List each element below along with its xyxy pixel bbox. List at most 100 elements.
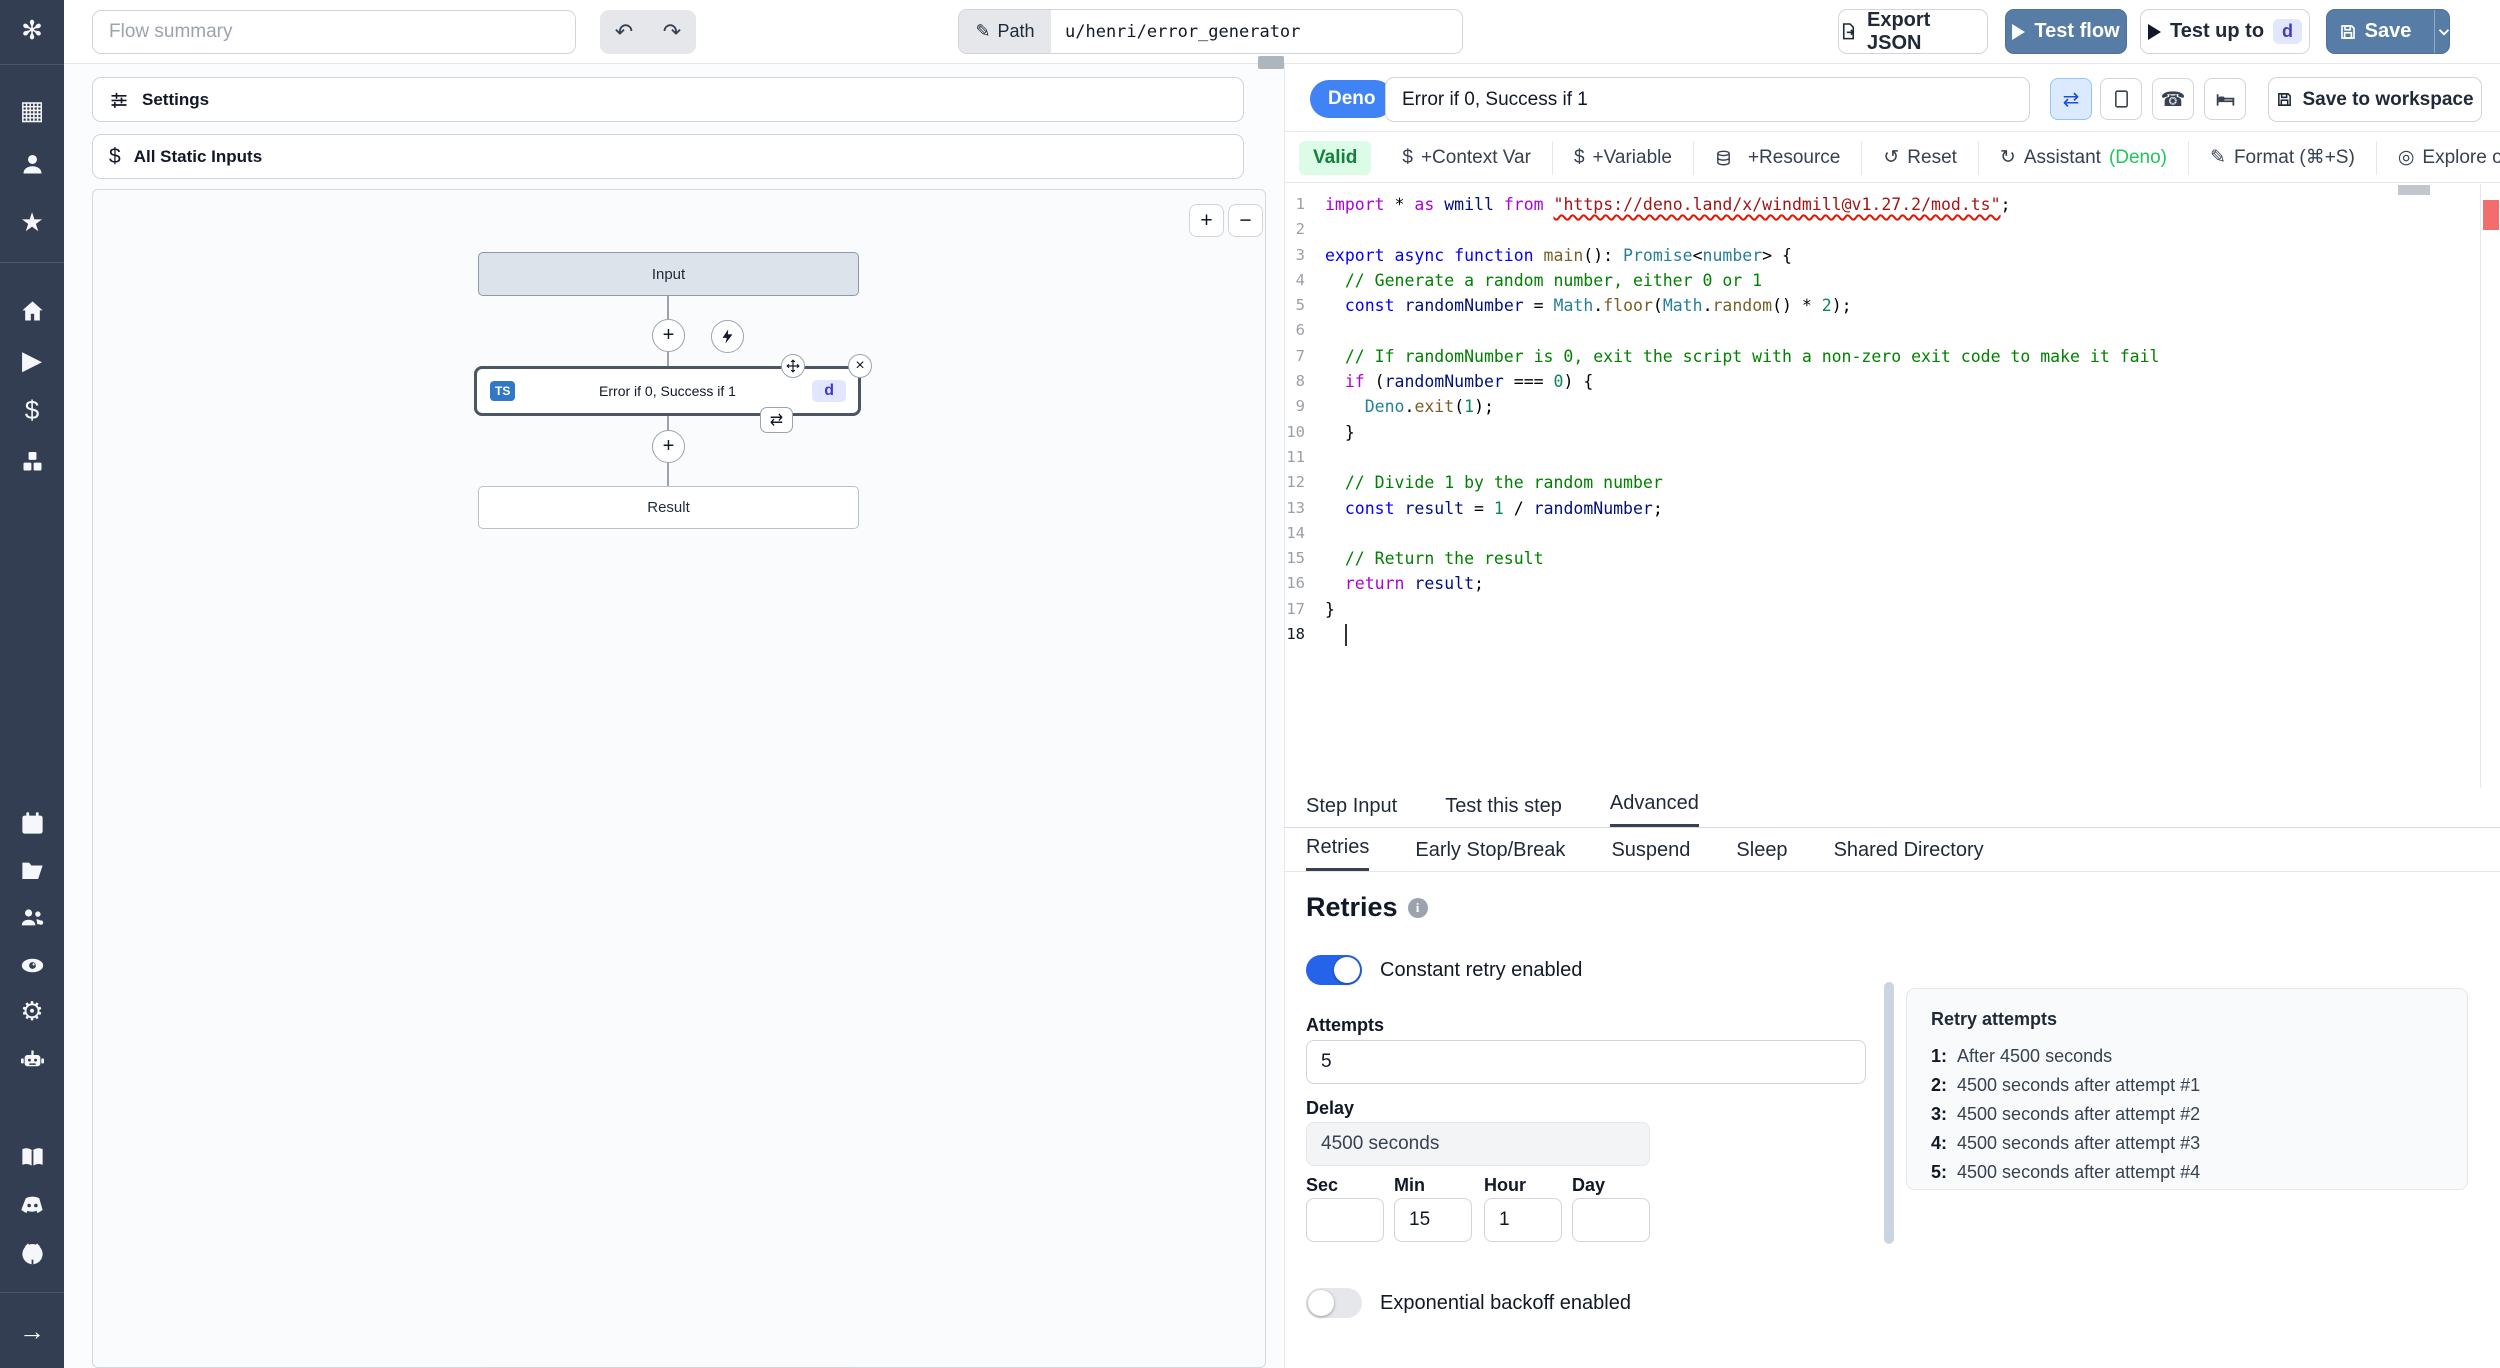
retries-scrollbar[interactable]	[1884, 982, 1894, 1244]
windmill-logo-icon[interactable]: ✻	[0, 10, 64, 50]
delay-input	[1306, 1122, 1650, 1166]
sec-label: Sec	[1306, 1175, 1339, 1195]
sec-input[interactable]	[1306, 1198, 1384, 1242]
topbar: ↶ ↷ ✎ Path Export JSON Test flow Test up…	[64, 0, 2500, 64]
advanced-subtabs: Retries Early Stop/Break Suspend Sleep S…	[1285, 829, 2500, 872]
save-button[interactable]: Save	[2326, 9, 2450, 54]
attempts-input[interactable]	[1306, 1040, 1866, 1084]
subtab-sleep[interactable]: Sleep	[1736, 839, 1787, 871]
explore-scripts-button[interactable]: ◎ Explore other s	[2375, 140, 2500, 175]
early-stop-icon-button[interactable]	[2100, 78, 2142, 120]
github-icon[interactable]	[0, 1233, 64, 1273]
pen-icon: ✎	[2210, 147, 2226, 168]
assistant-refresh-icon: ↻	[1999, 147, 2016, 168]
subtab-retries[interactable]: Retries	[1306, 836, 1370, 871]
code-editor[interactable]: 1 import * as wmill from "https://deno.la…	[1285, 184, 2500, 788]
suspend-phone-icon-button[interactable]: ☎	[2152, 78, 2194, 120]
code-line: 8 if (randomNumber === 0) {	[1295, 372, 1594, 392]
hour-input[interactable]	[1484, 1198, 1562, 1242]
database-icon	[1715, 149, 1732, 167]
dollar-icon: $	[109, 144, 121, 168]
audit-eye-icon[interactable]	[0, 945, 64, 985]
info-icon[interactable]: i	[1407, 897, 1428, 918]
export-json-button[interactable]: Export JSON	[1838, 9, 1988, 54]
code-line: 1 import * as wmill from "https://deno.la…	[1295, 195, 2011, 214]
flow-settings-row[interactable]: Settings	[92, 77, 1244, 122]
resources-cubes-icon[interactable]	[0, 441, 64, 481]
constant-retry-toggle[interactable]	[1306, 955, 1362, 985]
docs-book-icon[interactable]	[0, 1137, 64, 1177]
schedules-calendar-icon[interactable]	[0, 803, 64, 843]
code-line: 4 // Generate a random number, either 0 …	[1295, 270, 1763, 290]
ai-robot-icon[interactable]	[0, 1039, 64, 1079]
flow-node-result[interactable]: Result	[478, 486, 859, 529]
insert-step-plus-icon[interactable]: +	[652, 319, 685, 352]
user-icon[interactable]	[0, 144, 64, 184]
collapse-arrow-right-icon[interactable]: →	[0, 1311, 64, 1351]
flow-panel: Settings $ All Static Inputs + − Input +…	[64, 64, 1284, 1368]
variables-dollar-icon[interactable]: $	[0, 390, 64, 430]
editor-toolbar: Valid $ +Context Var $ +Variable +Resour…	[1285, 133, 2500, 183]
tab-step-input[interactable]: Step Input	[1306, 795, 1397, 827]
folders-icon[interactable]	[0, 850, 64, 890]
redo-icon[interactable]: ↷	[648, 19, 696, 45]
retry-loop-icon[interactable]: ⇄	[760, 407, 793, 433]
zoom-in-button[interactable]: +	[1189, 204, 1224, 237]
flow-node-input[interactable]: Input	[478, 252, 859, 296]
retries-icon-button[interactable]: ⇄	[2050, 78, 2092, 120]
test-up-to-button[interactable]: Test up to d	[2140, 9, 2310, 54]
save-dropdown-chevron[interactable]	[2434, 10, 2453, 53]
exponential-backoff-toggle[interactable]	[1306, 1288, 1362, 1318]
groups-users-icon[interactable]	[0, 897, 64, 937]
flow-summary-input[interactable]	[92, 10, 576, 54]
assistant-button[interactable]: ↻ Assistant (Deno)	[1977, 140, 2188, 175]
sleep-bed-icon-button[interactable]	[2204, 78, 2246, 120]
dollar-icon: $	[1573, 146, 1585, 168]
tab-advanced[interactable]: Advanced	[1609, 792, 1699, 827]
min-input[interactable]	[1394, 1198, 1472, 1242]
discord-icon[interactable]	[0, 1185, 64, 1225]
insert-step-plus-icon[interactable]: +	[652, 430, 685, 463]
add-variable-button[interactable]: $ +Variable	[1551, 140, 1693, 175]
format-button[interactable]: ✎ Format (⌘+S)	[2188, 140, 2376, 175]
pencil-icon: ✎	[975, 21, 991, 41]
home-icon[interactable]	[0, 291, 64, 331]
flow-node-step[interactable]: TS Error if 0, Success if 1 d	[474, 366, 861, 416]
trigger-bolt-icon[interactable]	[711, 320, 744, 353]
step-title-input[interactable]	[1385, 77, 2030, 122]
save-to-workspace-button[interactable]: Save to workspace	[2268, 77, 2482, 122]
add-context-var-button[interactable]: $ +Context Var	[1381, 141, 1552, 175]
tab-test-this-step[interactable]: Test this step	[1445, 795, 1562, 827]
zoom-out-button[interactable]: −	[1228, 204, 1263, 237]
editor-right-border	[2480, 184, 2481, 788]
subtab-suspend[interactable]: Suspend	[1611, 839, 1690, 871]
code-line: 12 // Divide 1 by the random number	[1286, 473, 1663, 493]
undo-icon[interactable]: ↶	[600, 19, 648, 45]
favorites-star-icon[interactable]: ★	[0, 202, 64, 242]
retry-attempt-item: 1: After 4500 seconds	[1931, 1046, 2113, 1066]
path-input[interactable]	[1051, 10, 1462, 53]
workspace-building-icon[interactable]: ▦	[0, 90, 64, 130]
code-line: 3 export async function main(): Promise<n…	[1295, 245, 1792, 265]
reset-button[interactable]: ↺ Reset	[1861, 140, 1978, 175]
code-line: 15 // Return the result	[1286, 549, 1544, 569]
subtab-shared-directory[interactable]: Shared Directory	[1834, 839, 1984, 871]
subtab-early-stop[interactable]: Early Stop/Break	[1415, 839, 1565, 871]
flow-canvas[interactable]: + − Input + TS Error if 0, Success if 1 …	[92, 189, 1266, 1368]
add-resource-button[interactable]: +Resource	[1692, 140, 1861, 175]
move-step-icon[interactable]	[781, 354, 805, 378]
all-static-inputs-row[interactable]: $ All Static Inputs	[92, 134, 1244, 179]
test-flow-button[interactable]: Test flow	[2005, 9, 2127, 54]
delete-step-icon[interactable]: ×	[848, 354, 872, 378]
editor-hscrollbar[interactable]	[2398, 185, 2430, 195]
save-floppy-icon	[2276, 91, 2293, 108]
day-input[interactable]	[1572, 1198, 1650, 1242]
settings-gear-icon[interactable]: ⚙	[0, 991, 64, 1031]
runs-play-icon[interactable]: ▶	[0, 340, 64, 380]
code-line: 10 }	[1286, 422, 1355, 442]
code-line: 13 const result = 1 / randomNumber;	[1286, 498, 1663, 518]
retry-attempt-item: 2: 4500 seconds after attempt #1	[1931, 1075, 2201, 1095]
valid-status-badge: Valid	[1299, 140, 1372, 175]
path-field[interactable]: ✎ Path	[958, 9, 1463, 54]
panel-splitter-handle[interactable]	[1258, 56, 1284, 69]
